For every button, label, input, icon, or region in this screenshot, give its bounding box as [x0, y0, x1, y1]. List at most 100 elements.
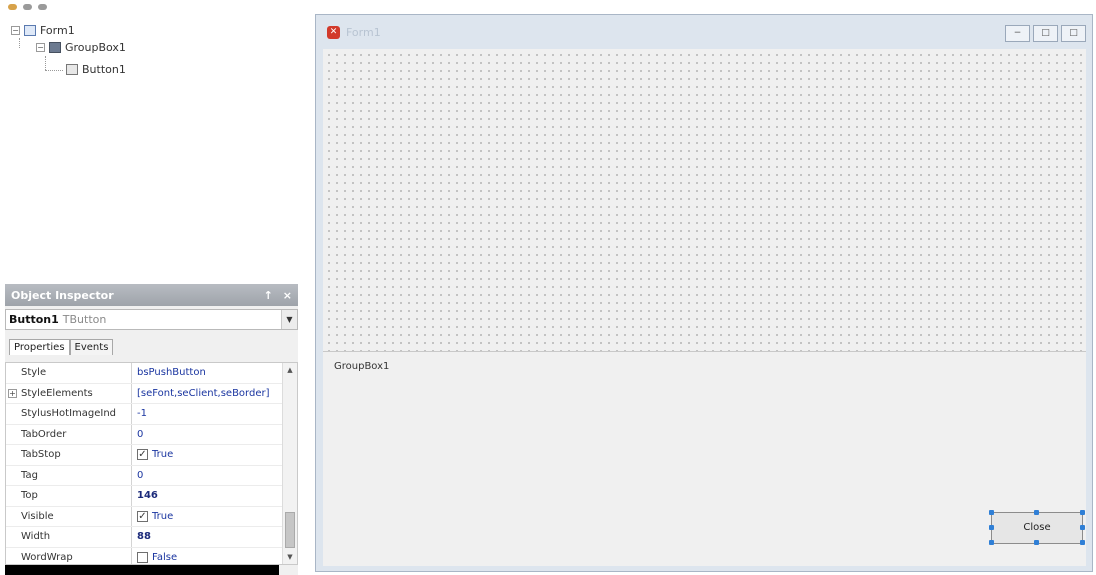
property-name-text: TabOrder [21, 428, 67, 440]
property-value-text: 88 [137, 531, 151, 543]
property-value[interactable]: ✓ True [132, 449, 297, 461]
property-row[interactable]: Tag 0 [6, 465, 297, 486]
selection-handle[interactable] [1080, 540, 1085, 545]
component-selector[interactable]: Button1 TButton ▼ [5, 309, 298, 330]
property-value-text: 146 [137, 490, 158, 502]
selection-handle[interactable] [1034, 510, 1039, 515]
property-value[interactable]: 146 [132, 490, 297, 501]
tree-toolbar-icon[interactable] [8, 4, 17, 10]
property-name: StylusHotImageInd [6, 404, 132, 424]
property-row[interactable]: Width 88 [6, 527, 297, 548]
tree-node-label: Button1 [82, 63, 126, 76]
maximize-icon[interactable]: □ [1033, 25, 1058, 42]
pin-icon[interactable]: ↑ [264, 289, 273, 302]
property-row[interactable]: Visible ✓ True [6, 506, 297, 527]
scroll-thumb[interactable] [285, 512, 295, 548]
close-icon[interactable]: × [283, 289, 292, 302]
tree-toolbar-icon[interactable] [23, 4, 32, 10]
property-name: Style [6, 363, 132, 383]
property-value[interactable]: [seFont,seClient,seBorder] [132, 388, 297, 399]
property-name-text: Tag [21, 469, 38, 481]
selection-handle[interactable] [989, 540, 994, 545]
property-value[interactable]: 0 [132, 470, 297, 481]
inspector-status-bar [5, 565, 279, 575]
property-row[interactable]: Top 146 [6, 486, 297, 507]
checkbox-unchecked-icon[interactable] [137, 551, 148, 563]
property-name-text: StylusHotImageInd [21, 408, 117, 420]
tree-connector [45, 56, 46, 70]
form-designer-window[interactable]: ✕ Form1 − □ □ GroupBox1 Close [315, 14, 1093, 572]
app-icon: ✕ [327, 25, 340, 39]
object-inspector: Object Inspector ↑ × Button1 TButton ▼ P… [5, 284, 298, 575]
checkbox-checked-icon[interactable]: ✓ [137, 449, 148, 461]
scroll-down-icon[interactable]: ▼ [283, 550, 297, 564]
property-value-text: True [152, 510, 174, 522]
property-name: Width [6, 527, 132, 547]
selection-handle[interactable] [989, 510, 994, 515]
property-name-text: StyleElements [21, 387, 93, 399]
property-value-text: -1 [137, 408, 147, 420]
selection-handle[interactable] [1034, 540, 1039, 545]
property-name: WordWrap [6, 547, 132, 564]
property-name: + StyleElements [6, 383, 132, 403]
tree-toolbar-icon[interactable] [38, 4, 47, 10]
selection-handle[interactable] [989, 525, 994, 530]
property-row[interactable]: Style bsPushButton [6, 363, 297, 384]
property-name: Tag [6, 465, 132, 485]
property-name-text: TabStop [21, 449, 61, 461]
tree-node-groupbox1[interactable]: − GroupBox1 [36, 41, 126, 54]
scroll-up-icon[interactable]: ▲ [283, 363, 297, 377]
property-value[interactable]: bsPushButton [132, 367, 297, 378]
collapse-icon[interactable]: − [11, 26, 20, 35]
tree-toolbar [8, 0, 128, 10]
component-name: Button1 [9, 313, 59, 326]
form-title-bar[interactable]: ✕ Form1 − □ □ [316, 15, 1092, 49]
inspector-title-bar[interactable]: Object Inspector ↑ × [5, 284, 298, 306]
tree-connector [19, 38, 20, 48]
form-title: Form1 [346, 25, 381, 39]
property-row[interactable]: TabStop ✓ True [6, 445, 297, 466]
selection-handle[interactable] [1080, 510, 1085, 515]
tab-events[interactable]: Events [69, 339, 114, 355]
tree-node-form1[interactable]: − Form1 [11, 24, 75, 37]
groupbox1[interactable]: GroupBox1 Close [323, 351, 1086, 566]
property-scrollbar[interactable]: ▲ ▼ [282, 363, 297, 564]
property-name-text: Width [21, 531, 51, 543]
property-value[interactable]: 0 [132, 429, 297, 440]
property-value[interactable]: ✓ True [132, 510, 297, 522]
property-value[interactable]: 88 [132, 531, 297, 542]
checkbox-checked-icon[interactable]: ✓ [137, 510, 148, 522]
property-row[interactable]: StylusHotImageInd -1 [6, 404, 297, 425]
chevron-down-icon[interactable]: ▼ [281, 310, 297, 329]
property-grid: Style bsPushButton + StyleElements [seFont,s… [5, 362, 298, 565]
property-name-text: Visible [21, 510, 54, 522]
property-value[interactable]: False [132, 551, 297, 563]
button-icon [66, 64, 78, 75]
restore-icon[interactable]: □ [1061, 25, 1086, 42]
minimize-icon[interactable]: − [1005, 25, 1030, 42]
tree-node-label: Form1 [40, 24, 75, 37]
property-name: Top [6, 486, 132, 506]
property-row[interactable]: + StyleElements [seFont,seClient,seBorder] [6, 383, 297, 404]
selection-handle[interactable] [1080, 525, 1085, 530]
expand-icon[interactable]: + [8, 388, 17, 398]
property-row[interactable]: TabOrder 0 [6, 424, 297, 445]
property-name: TabStop [6, 445, 132, 465]
property-name: Visible [6, 506, 132, 526]
window-buttons: − □ □ [1005, 25, 1086, 42]
form-icon [24, 25, 36, 36]
property-name-text: Top [21, 490, 38, 502]
structure-tree-panel: − Form1 − GroupBox1 Button1 [0, 0, 298, 282]
inspector-title: Object Inspector [11, 288, 114, 302]
groupbox-icon [49, 42, 61, 53]
form-design-surface[interactable]: GroupBox1 Close [323, 49, 1086, 566]
collapse-icon[interactable]: − [36, 43, 45, 52]
tree-node-label: GroupBox1 [65, 41, 126, 54]
tab-properties[interactable]: Properties [9, 339, 70, 355]
property-name: TabOrder [6, 424, 132, 444]
property-value-text: False [152, 551, 178, 563]
tree-node-button1[interactable]: Button1 [66, 63, 126, 76]
component-type: TButton [62, 313, 107, 326]
property-value[interactable]: -1 [132, 408, 297, 419]
property-row[interactable]: WordWrap False [6, 547, 297, 564]
